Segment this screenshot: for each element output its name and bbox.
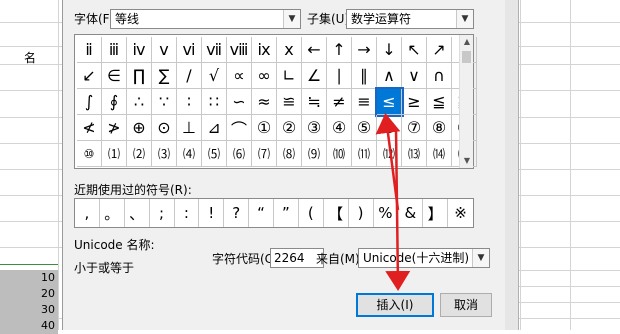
annotation-arrow	[375, 113, 411, 291]
